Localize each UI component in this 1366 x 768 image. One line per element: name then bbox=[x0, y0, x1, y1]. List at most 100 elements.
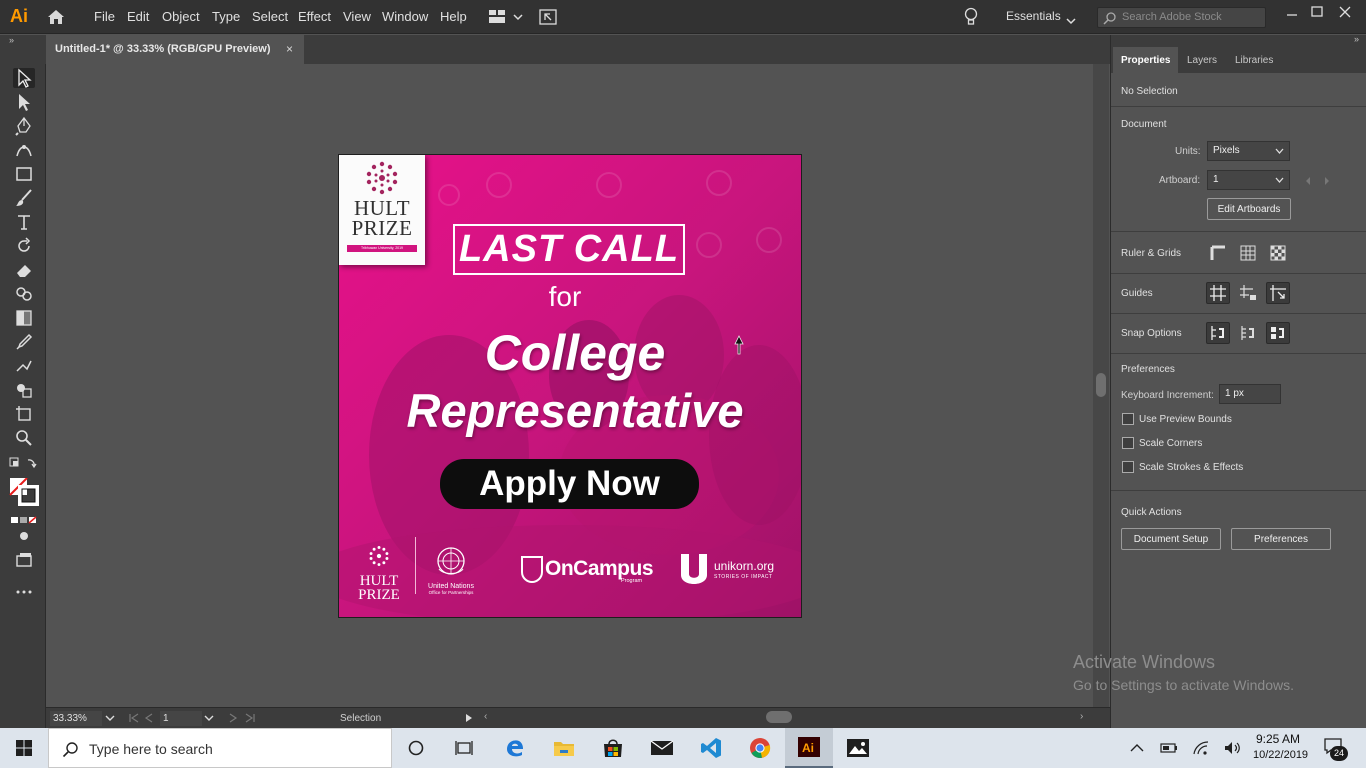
more-tools-icon[interactable] bbox=[13, 582, 35, 602]
pen-tool-icon[interactable] bbox=[13, 116, 35, 136]
snap-to-pixel-icon[interactable] bbox=[1236, 322, 1260, 344]
draw-mode-icon[interactable] bbox=[13, 526, 35, 546]
artboard[interactable]: HULT PRIZE Tribhuwan University, 2019 LA… bbox=[338, 154, 802, 618]
curvature-tool-icon[interactable] bbox=[13, 140, 35, 160]
zoom-tool-icon[interactable] bbox=[13, 428, 35, 448]
photos-icon[interactable] bbox=[834, 728, 882, 768]
mail-icon[interactable] bbox=[638, 728, 686, 768]
type-tool-icon[interactable] bbox=[13, 212, 35, 232]
document-setup-button[interactable]: Document Setup bbox=[1121, 528, 1221, 550]
first-artboard-icon[interactable] bbox=[128, 713, 140, 723]
menu-type[interactable]: Type bbox=[212, 9, 240, 24]
show-guides-icon[interactable] bbox=[1206, 282, 1230, 304]
previous-artboard-icon[interactable] bbox=[1304, 176, 1312, 186]
eyedropper-tool-icon[interactable] bbox=[13, 332, 35, 352]
rulers-icon[interactable] bbox=[1206, 242, 1230, 264]
selection-tool-icon[interactable] bbox=[13, 68, 35, 88]
menu-select[interactable]: Select bbox=[252, 9, 288, 24]
document-tab[interactable]: Untitled-1* @ 33.33% (RGB/GPU Preview) × bbox=[46, 35, 304, 64]
home-icon[interactable] bbox=[46, 8, 66, 26]
workspace-switcher[interactable]: Essentials bbox=[1006, 9, 1061, 23]
gradient-tool-icon[interactable] bbox=[13, 308, 35, 328]
snap-to-glyph-icon[interactable] bbox=[1266, 322, 1290, 344]
tab-libraries[interactable]: Libraries bbox=[1227, 47, 1281, 73]
direct-selection-tool-icon[interactable] bbox=[13, 92, 35, 112]
chevron-down-icon[interactable] bbox=[1066, 12, 1076, 25]
blend-tool-icon[interactable] bbox=[13, 356, 35, 376]
edge-browser-icon[interactable] bbox=[491, 728, 539, 768]
artboard-tool-icon[interactable] bbox=[13, 404, 35, 424]
taskbar-search-box[interactable]: Type here to search bbox=[48, 728, 392, 768]
adobe-stock-search[interactable]: Search Adobe Stock bbox=[1097, 7, 1266, 28]
chrome-icon[interactable] bbox=[736, 728, 784, 768]
wifi-icon[interactable] bbox=[1192, 740, 1210, 756]
file-explorer-icon[interactable] bbox=[540, 728, 588, 768]
vertical-scrollbar-thumb[interactable] bbox=[1096, 373, 1106, 397]
cortana-icon[interactable] bbox=[392, 728, 440, 768]
horizontal-scrollbar[interactable]: ‹ › bbox=[480, 708, 1092, 728]
shape-builder-tool-icon[interactable] bbox=[13, 380, 35, 400]
scale-strokes-effects-checkbox[interactable] bbox=[1122, 461, 1134, 473]
minimize-button[interactable] bbox=[1282, 4, 1302, 22]
transparency-grid-icon[interactable] bbox=[1266, 242, 1290, 264]
keyboard-increment-input[interactable]: 1 px bbox=[1219, 384, 1281, 404]
lock-guides-icon[interactable] bbox=[1236, 282, 1260, 304]
chevron-down-icon[interactable] bbox=[204, 715, 214, 722]
screen-mode-icon[interactable] bbox=[13, 550, 35, 570]
use-preview-bounds-checkbox[interactable] bbox=[1122, 413, 1134, 425]
tab-layers[interactable]: Layers bbox=[1179, 47, 1225, 73]
volume-icon[interactable] bbox=[1224, 740, 1242, 756]
task-view-icon[interactable] bbox=[440, 728, 488, 768]
collapse-panels-icon[interactable]: » bbox=[1354, 34, 1359, 44]
units-select[interactable]: Pixels bbox=[1207, 141, 1290, 161]
next-artboard-icon[interactable] bbox=[228, 713, 238, 723]
smart-guides-icon[interactable] bbox=[1266, 282, 1290, 304]
swap-fill-stroke-icon[interactable] bbox=[8, 454, 38, 474]
last-artboard-icon[interactable] bbox=[244, 713, 256, 723]
menu-edit[interactable]: Edit bbox=[127, 9, 149, 24]
microsoft-store-icon[interactable] bbox=[589, 728, 637, 768]
preferences-button[interactable]: Preferences bbox=[1231, 528, 1331, 550]
fill-stroke-swatch[interactable] bbox=[9, 478, 39, 506]
rectangle-tool-icon[interactable] bbox=[13, 164, 35, 184]
zoom-level-field[interactable]: 33.33% bbox=[50, 711, 102, 726]
gpu-performance-icon[interactable] bbox=[538, 8, 558, 26]
scroll-left-icon[interactable]: ‹ bbox=[484, 711, 487, 722]
snap-to-point-icon[interactable] bbox=[1206, 322, 1230, 344]
menu-file[interactable]: File bbox=[94, 9, 115, 24]
previous-artboard-icon[interactable] bbox=[144, 713, 154, 723]
vscode-icon[interactable] bbox=[687, 728, 735, 768]
menu-effect[interactable]: Effect bbox=[298, 9, 331, 24]
paintbrush-tool-icon[interactable] bbox=[13, 188, 35, 208]
battery-icon[interactable] bbox=[1160, 740, 1178, 756]
artboard-select[interactable]: 1 bbox=[1207, 170, 1290, 190]
menu-help[interactable]: Help bbox=[440, 9, 467, 24]
status-menu-icon[interactable] bbox=[465, 713, 473, 723]
horizontal-scrollbar-thumb[interactable] bbox=[766, 711, 792, 723]
clock-time[interactable]: 9:25 AM bbox=[1256, 732, 1300, 746]
close-button[interactable] bbox=[1335, 4, 1355, 22]
show-hidden-icons[interactable] bbox=[1128, 740, 1146, 756]
eraser-tool-icon[interactable] bbox=[13, 260, 35, 280]
maximize-button[interactable] bbox=[1307, 4, 1327, 22]
chevron-down-icon[interactable] bbox=[105, 715, 115, 722]
scroll-right-icon[interactable]: › bbox=[1080, 711, 1083, 722]
clock-date[interactable]: 10/22/2019 bbox=[1253, 749, 1308, 761]
puppet-warp-tool-icon[interactable] bbox=[13, 284, 35, 304]
grid-icon[interactable] bbox=[1236, 242, 1260, 264]
illustrator-taskbar-icon[interactable]: Ai bbox=[785, 728, 833, 768]
close-tab-button[interactable]: × bbox=[286, 42, 293, 56]
arrange-documents-icon[interactable] bbox=[488, 9, 524, 25]
vertical-scrollbar[interactable] bbox=[1093, 64, 1109, 707]
artboard-number-field[interactable]: 1 bbox=[160, 711, 202, 726]
collapse-toolbar-icon[interactable]: » bbox=[9, 35, 14, 45]
edit-artboards-button[interactable]: Edit Artboards bbox=[1207, 198, 1291, 220]
tab-properties[interactable]: Properties bbox=[1113, 47, 1179, 73]
start-button[interactable] bbox=[0, 728, 48, 768]
menu-window[interactable]: Window bbox=[382, 9, 428, 24]
rotate-tool-icon[interactable] bbox=[13, 236, 35, 256]
scale-corners-checkbox[interactable] bbox=[1122, 437, 1134, 449]
lightbulb-icon[interactable] bbox=[963, 7, 979, 27]
menu-view[interactable]: View bbox=[343, 9, 371, 24]
menu-object[interactable]: Object bbox=[162, 9, 200, 24]
